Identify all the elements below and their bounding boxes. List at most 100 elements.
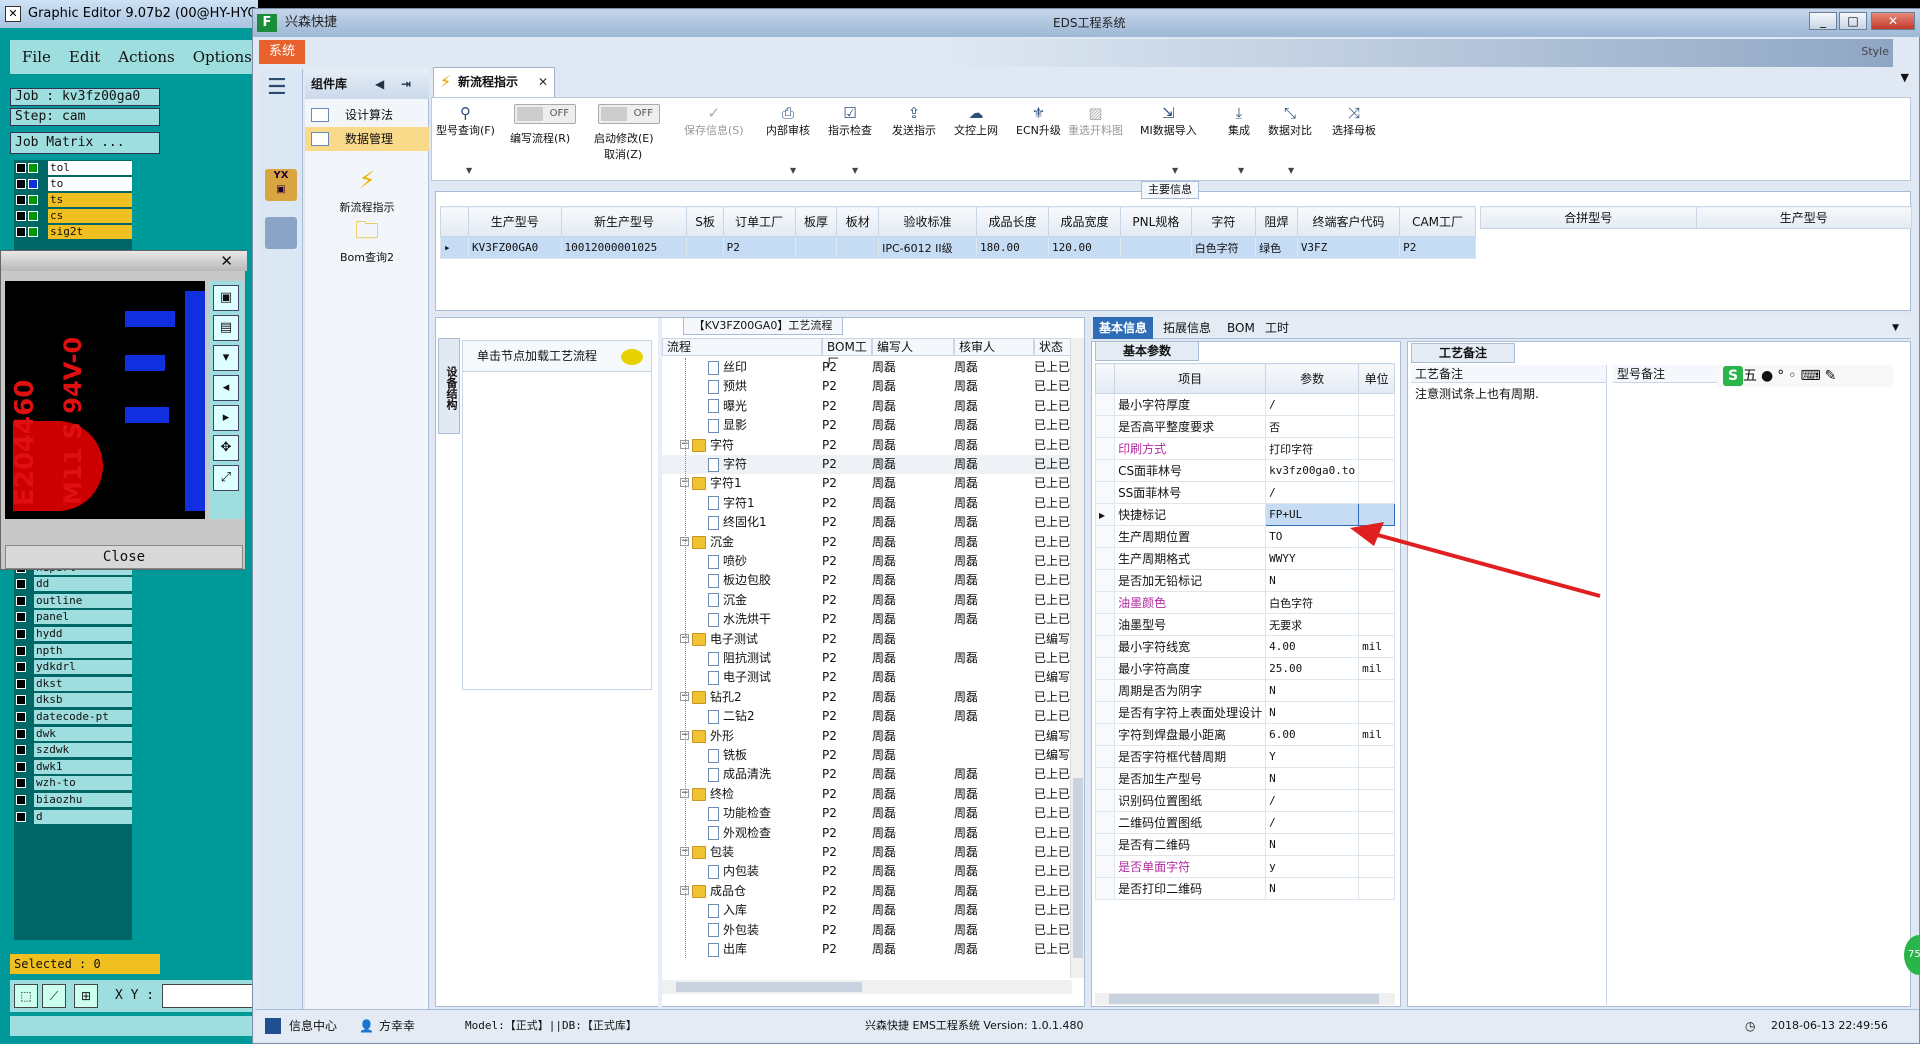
param-value[interactable]: TO <box>1265 525 1360 548</box>
process-note-text[interactable]: 注意测试条上也有周期. <box>1415 385 1539 402</box>
column-header[interactable]: 阻焊 <box>1255 206 1298 237</box>
param-row[interactable]: 字符到焊盘最小距离 6.00 mil <box>1094 723 1395 746</box>
layer-row[interactable]: to <box>14 176 132 192</box>
table-cell[interactable]: KV3FZ00GA0 <box>468 236 562 259</box>
layer-checkbox[interactable] <box>16 612 26 623</box>
subtab-process-notes[interactable]: 工艺备注 <box>1411 343 1515 363</box>
pan-right-icon[interactable]: ▸ <box>213 405 239 431</box>
layer-row[interactable]: dd <box>14 576 132 592</box>
tree-row[interactable]: 外观检查 P2 周磊 周磊 已上已 <box>662 824 1072 843</box>
column-header[interactable]: 成品宽度 <box>1048 206 1122 237</box>
pin-icon[interactable]: ⇥ <box>401 69 411 99</box>
xy-input[interactable] <box>162 984 258 1008</box>
layer-checkbox[interactable] <box>16 579 26 590</box>
ribbon-collapse-icon[interactable]: ▼ <box>1901 71 1909 84</box>
layer-checkbox[interactable] <box>16 595 26 606</box>
column-header[interactable]: 终端客户代码 <box>1296 206 1401 237</box>
column-header[interactable]: 编写人 <box>872 338 954 356</box>
tree-row[interactable]: 电子测试 P2 周磊 已编写 <box>662 668 1072 687</box>
column-header[interactable]: 核审人 <box>954 338 1034 356</box>
param-value[interactable]: 打印字符 <box>1265 437 1360 460</box>
tree-row[interactable]: 外包装 P2 周磊 周磊 已上已 <box>662 921 1072 940</box>
tree-row[interactable]: 二钻2 P2 周磊 周磊 已上已 <box>662 707 1072 726</box>
zoom-in-icon[interactable]: ▣ <box>213 285 239 311</box>
param-row[interactable]: 印刷方式 打印字符 <box>1094 437 1395 460</box>
layer-checkbox[interactable] <box>16 745 26 756</box>
tree-row[interactable]: 水洗烘干 P2 周磊 周磊 已上已 <box>662 610 1072 629</box>
tree-row[interactable]: 喷砂 P2 周磊 周磊 已上已 <box>662 552 1072 571</box>
column-header[interactable]: S板 <box>686 206 724 237</box>
tab-extended-info[interactable]: 拓展信息 <box>1157 317 1217 339</box>
column-header[interactable]: 板厚 <box>794 206 838 237</box>
side-tab-structure[interactable]: 设备结构 <box>438 338 460 434</box>
column-header[interactable]: 单位 <box>1358 363 1395 394</box>
layer-row[interactable]: tol <box>14 160 132 176</box>
layer-row[interactable]: d <box>14 809 132 825</box>
column-header[interactable]: 成品长度 <box>975 206 1050 237</box>
tab-new-process-instruction[interactable]: ⚡ 新流程指示 ✕ <box>433 67 555 97</box>
cancel-label[interactable]: 取消(Z) <box>604 148 642 162</box>
menu-edit[interactable]: Edit <box>69 48 100 66</box>
tree-row[interactable]: − 电子测试 P2 周磊 已编写 <box>662 630 1072 649</box>
column-header[interactable]: BOM工厂 <box>822 338 872 370</box>
layer-checkbox[interactable] <box>16 778 26 789</box>
snap-tool-icon[interactable]: ⊞ <box>74 984 98 1008</box>
toggle-icon[interactable]: OFF <box>598 104 660 124</box>
layer-checkbox[interactable] <box>16 795 26 805</box>
param-value[interactable]: 25.00 <box>1265 657 1360 680</box>
tree-row[interactable]: − 字符 P2 周磊 周磊 已上已 <box>662 436 1072 455</box>
doc-control-online-button[interactable]: ☁ 文控上网 <box>954 104 998 138</box>
param-row[interactable]: 油墨型号 无要求 <box>1094 613 1395 636</box>
data-compare-button[interactable]: ⤡ 数据对比 <box>1268 104 1312 138</box>
param-value[interactable]: / <box>1265 481 1360 504</box>
column-header[interactable]: 流程 <box>662 338 822 356</box>
load-process-hint[interactable]: 单击节点加载工艺流程 <box>462 340 652 372</box>
subtab-basic-params[interactable]: 基本参数 <box>1095 341 1199 361</box>
tree-row[interactable]: 阻抗测试 P2 周磊 周磊 已上已 <box>662 649 1072 668</box>
layer-row[interactable]: dwk <box>14 726 132 742</box>
layer-row[interactable]: dkst <box>14 676 132 692</box>
param-row[interactable]: 是否有字符上表面处理设计 N <box>1094 701 1395 724</box>
minimize-button[interactable]: _ <box>1809 12 1837 30</box>
layer-checkbox[interactable] <box>16 712 26 722</box>
tree-row[interactable]: 显影 P2 周磊 周磊 已上已 <box>662 416 1072 435</box>
tree-row[interactable]: 内包装 P2 周磊 周磊 已上已 <box>662 862 1072 881</box>
column-header[interactable]: 生产型号 <box>1695 206 1912 229</box>
table-cell[interactable]: P2 <box>1399 236 1476 259</box>
param-row[interactable]: 最小字符线宽 4.00 mil <box>1094 635 1395 658</box>
column-header[interactable]: 验收标准 <box>878 206 977 237</box>
param-row[interactable]: 最小字符高度 25.00 mil <box>1094 657 1395 680</box>
reselect-cutting-drawing-button[interactable]: ▨ 重选开料图 <box>1068 104 1123 138</box>
column-header[interactable]: 项目 <box>1114 363 1267 394</box>
param-row[interactable]: 识别码位置图纸 / <box>1094 789 1395 812</box>
layer-row[interactable]: cs <box>14 208 132 224</box>
sidebar-item-data-management[interactable]: 数据管理 <box>305 127 429 151</box>
pan-down-icon[interactable]: ▾ <box>213 345 239 371</box>
layer-checkbox[interactable] <box>16 645 26 656</box>
column-header[interactable]: 订单工厂 <box>722 206 796 237</box>
layer-checkbox[interactable] <box>16 761 26 772</box>
save-info-button[interactable]: ✓ 保存信息(S) <box>684 104 744 138</box>
param-value[interactable]: 6.00 <box>1265 723 1360 746</box>
param-row[interactable]: 是否单面字符 y <box>1094 855 1395 878</box>
tree-row[interactable]: − 钻孔2 P2 周磊 周磊 已上已 <box>662 688 1072 707</box>
param-value[interactable]: N <box>1265 569 1360 592</box>
chevron-down-icon[interactable]: ▼ <box>852 166 858 175</box>
param-value[interactable]: 无要求 <box>1265 613 1360 636</box>
tree-row[interactable]: 字符 P2 周磊 周磊 已上已 <box>662 455 1072 474</box>
param-value[interactable]: Y <box>1265 745 1360 768</box>
table-cell[interactable] <box>1120 236 1192 259</box>
tree-row[interactable]: 丝印 P2 周磊 周磊 已上已 <box>662 358 1072 377</box>
calculator-module-icon[interactable] <box>265 217 297 249</box>
collapse-left-icon[interactable]: ◀ <box>375 69 384 99</box>
param-value[interactable]: FP+UL <box>1265 503 1360 526</box>
info-center-link[interactable]: 信息中心 <box>289 1010 337 1042</box>
start-modify-toggle[interactable]: OFF 启动修改(E) 取消(Z) <box>594 98 666 178</box>
tree-row[interactable]: − 终检 P2 周磊 周磊 已上已 <box>662 785 1072 804</box>
tree-row[interactable]: − 字符1 P2 周磊 周磊 已上已 <box>662 474 1072 493</box>
window-close-button[interactable]: ✕ <box>1871 12 1915 30</box>
sidebar-item-design-algorithm[interactable]: 设计算法 <box>305 103 429 127</box>
chevron-down-icon[interactable]: ▼ <box>790 166 796 175</box>
param-row[interactable]: 是否加生产型号 N <box>1094 767 1395 790</box>
tabs-dropdown-icon[interactable]: ▼ <box>1886 317 1905 339</box>
